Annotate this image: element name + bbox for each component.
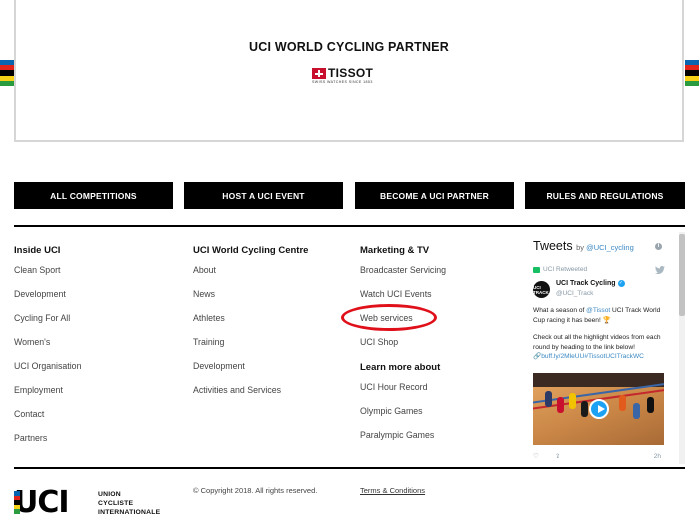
uci-org-line2: CYCLISTE bbox=[98, 500, 134, 507]
link-uci-hour-record[interactable]: UCI Hour Record bbox=[360, 382, 427, 392]
tweet-text-part: What a season of bbox=[533, 307, 587, 314]
footer-top-divider bbox=[14, 225, 685, 227]
uci-logo[interactable]: UCI UNION CYCLISTE INTERNATIONALE bbox=[14, 488, 170, 518]
link-clean-sport[interactable]: Clean Sport bbox=[14, 265, 60, 275]
uci-cycling-handle-link[interactable]: @UCI_cycling bbox=[586, 243, 634, 252]
uci-org-name: UNION CYCLISTE INTERNATIONALE bbox=[98, 490, 160, 517]
partner-banner: UCI WORLD CYCLING PARTNER TISSOT SWISS W… bbox=[14, 0, 684, 142]
marketing-tv-heading: Marketing & TV bbox=[360, 245, 430, 256]
twitter-widget-title: Tweets by @UCI_cycling bbox=[533, 239, 634, 253]
author-name-text: UCI Track Cycling bbox=[556, 280, 616, 287]
tissot-mention-link[interactable]: @Tissot bbox=[586, 307, 610, 314]
link-training[interactable]: Training bbox=[193, 337, 224, 347]
link-centre-development[interactable]: Development bbox=[193, 361, 245, 371]
tweet-author-handle[interactable]: @UCI_Track bbox=[556, 290, 593, 297]
link-athletes[interactable]: Athletes bbox=[193, 313, 225, 323]
uci-rainbow-band-right bbox=[685, 60, 699, 87]
retweet-indicator: UCI Retweeted bbox=[533, 266, 587, 273]
uci-rainbow-stripes bbox=[14, 491, 20, 514]
partner-title: UCI WORLD CYCLING PARTNER bbox=[249, 40, 449, 54]
link-uci-organisation[interactable]: UCI Organisation bbox=[14, 361, 81, 371]
link-womens[interactable]: Women's bbox=[14, 337, 50, 347]
tweet-video-thumbnail[interactable] bbox=[533, 373, 664, 445]
link-paralympic-games[interactable]: Paralympic Games bbox=[360, 430, 434, 440]
tweet-text-part: Check out all the highlight videos from … bbox=[533, 334, 661, 351]
play-icon[interactable] bbox=[589, 399, 609, 419]
become-partner-button[interactable]: BECOME A UCI PARTNER bbox=[355, 182, 514, 209]
uci-rainbow-band-left bbox=[0, 60, 14, 87]
heart-icon[interactable]: ♡ bbox=[533, 452, 539, 460]
link-uci-shop[interactable]: UCI Shop bbox=[360, 337, 398, 347]
uci-org-line1: UNION bbox=[98, 491, 121, 498]
tweets-label: Tweets bbox=[533, 239, 573, 253]
rules-regulations-button[interactable]: RULES AND REGULATIONS bbox=[525, 182, 685, 209]
link-olympic-games[interactable]: Olympic Games bbox=[360, 406, 423, 416]
tissot-tagline: SWISS WATCHES SINCE 1853 bbox=[312, 80, 373, 84]
verified-icon: ✓ bbox=[617, 280, 625, 287]
link-development[interactable]: Development bbox=[14, 289, 66, 299]
terms-conditions-link[interactable]: Terms & Conditions bbox=[360, 486, 425, 495]
footer-bottom-divider bbox=[14, 467, 685, 469]
twitter-scrollbar[interactable] bbox=[679, 232, 685, 464]
info-icon[interactable]: i bbox=[655, 243, 662, 250]
retweeted-label: UCI Retweeted bbox=[543, 266, 588, 273]
tweet-author-name[interactable]: UCI Track Cycling ✓ bbox=[556, 280, 625, 287]
twitter-scrollbar-thumb[interactable] bbox=[679, 234, 685, 316]
tweets-by: by @UCI_cycling bbox=[576, 243, 634, 252]
tweet-text: What a season of @Tissot UCI Track World… bbox=[533, 306, 661, 362]
link-employment[interactable]: Employment bbox=[14, 385, 63, 395]
link-cycling-for-all[interactable]: Cycling For All bbox=[14, 313, 70, 323]
link-about[interactable]: About bbox=[193, 265, 216, 275]
tweet-hashtag-link[interactable]: #TissotUCITrackWC bbox=[584, 353, 644, 360]
link-watch-uci-events[interactable]: Watch UCI Events bbox=[360, 289, 432, 299]
all-competitions-button[interactable]: ALL COMPETITIONS bbox=[14, 182, 173, 209]
tweet-url-link[interactable]: 🔗buff.ly/2MleUU bbox=[533, 353, 584, 360]
swiss-cross-icon bbox=[312, 68, 326, 79]
host-event-button[interactable]: HOST A UCI EVENT bbox=[184, 182, 343, 209]
world-cycling-centre-heading: UCI World Cycling Centre bbox=[193, 245, 309, 256]
link-activities-services[interactable]: Activities and Services bbox=[193, 385, 281, 395]
inside-uci-heading: Inside UCI bbox=[14, 245, 61, 256]
uci-logo-letters: UCI bbox=[14, 485, 70, 520]
uci-org-line3: INTERNATIONALE bbox=[98, 509, 161, 516]
link-broadcaster-servicing[interactable]: Broadcaster Servicing bbox=[360, 265, 446, 275]
tissot-brand: TISSOT bbox=[328, 66, 374, 80]
tissot-logo[interactable]: TISSOT SWISS WATCHES SINCE 1853 bbox=[312, 66, 388, 86]
tweets-by-prefix: by bbox=[576, 243, 587, 252]
uci-track-avatar[interactable]: UCI TRACK bbox=[533, 281, 550, 298]
learn-more-heading: Learn more about bbox=[360, 362, 441, 373]
tweet-time[interactable]: 2h bbox=[654, 453, 661, 460]
copyright-text: © Copyright 2018. All rights reserved. bbox=[193, 486, 318, 495]
link-partners[interactable]: Partners bbox=[14, 433, 47, 443]
link-contact[interactable]: Contact bbox=[14, 409, 44, 419]
retweet-icon bbox=[533, 266, 540, 273]
twitter-timeline-widget[interactable]: Tweets by @UCI_cycling i UCI Retweeted U… bbox=[527, 232, 685, 464]
share-icon[interactable]: ⇪ bbox=[555, 452, 560, 460]
link-news[interactable]: News bbox=[193, 289, 215, 299]
twitter-bird-icon[interactable] bbox=[655, 266, 665, 274]
web-services-highlight-ellipse bbox=[341, 304, 437, 331]
